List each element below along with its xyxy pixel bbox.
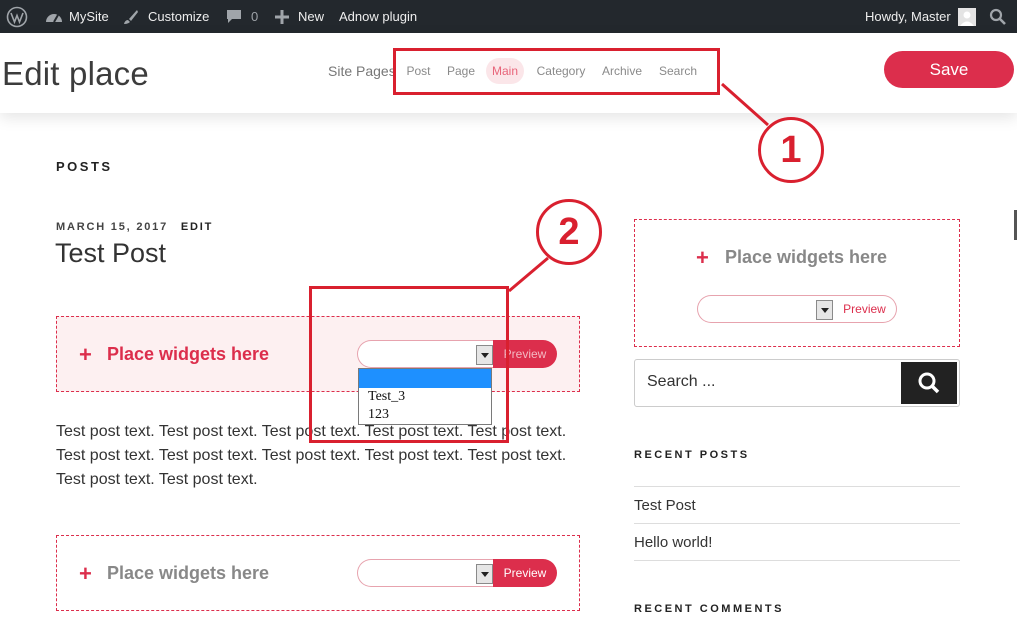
annotation-marker-1: 1 bbox=[758, 117, 824, 183]
annotation-marker-2: 2 bbox=[536, 199, 602, 265]
annotation-box-1 bbox=[393, 48, 720, 95]
annotation-box-2 bbox=[309, 286, 509, 443]
